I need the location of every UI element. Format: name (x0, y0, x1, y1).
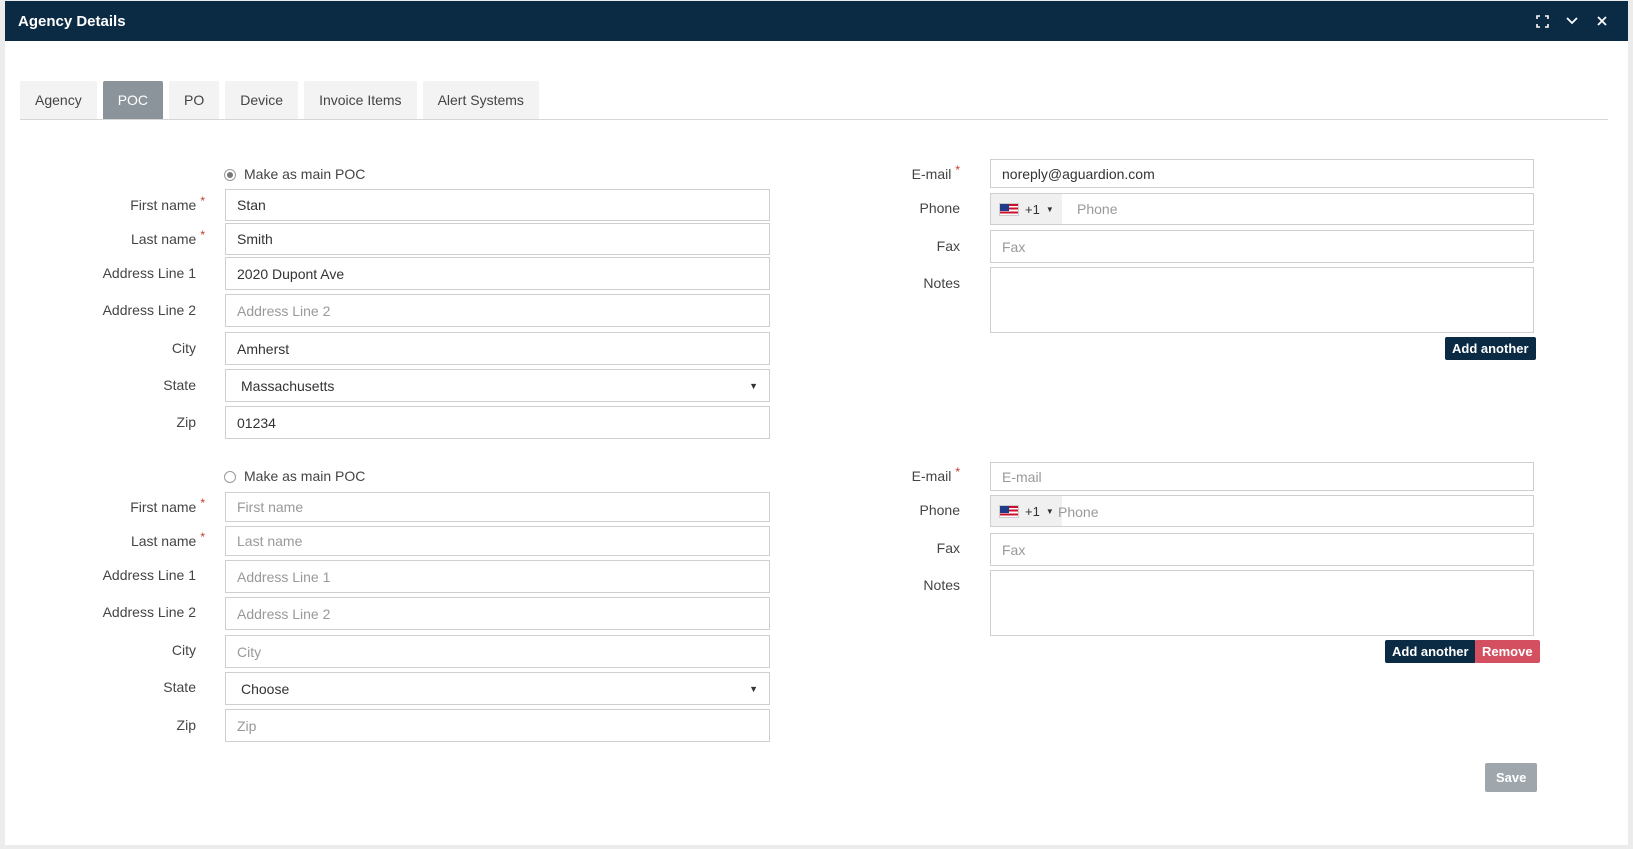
city-input-2[interactable]: City (225, 635, 770, 668)
fax-input-1[interactable]: Fax (990, 230, 1534, 263)
add-another-button-2[interactable]: Add another (1385, 640, 1476, 663)
phone-label-1: Phone (919, 200, 960, 216)
us-flag-icon (999, 202, 1019, 216)
tab-poc[interactable]: POC (102, 81, 164, 119)
last-name-input-1[interactable]: Smith (225, 223, 770, 255)
main-poc-radio-1[interactable] (224, 169, 236, 181)
main-poc-label-2: Make as main POC (244, 468, 366, 484)
save-button[interactable]: Save (1485, 763, 1538, 792)
tab-po[interactable]: PO (169, 81, 220, 119)
tab-invoice-items[interactable]: Invoice Items (304, 81, 417, 119)
state-select-1[interactable]: Massachusetts ▼ (225, 369, 770, 402)
caret-down-icon: ▼ (1045, 506, 1054, 516)
caret-down-icon: ▼ (749, 380, 758, 391)
country-code-dropdown-2[interactable]: +1 ▼ (991, 496, 1062, 526)
first-name-input-1[interactable]: Stan (225, 189, 770, 221)
city-input-1[interactable]: Amherst (225, 332, 770, 365)
address2-label-1: Address Line 2 (102, 302, 196, 318)
agency-details-window: Agency Details Agency POC PO Device Invo… (5, 1, 1628, 845)
address1-label-2: Address Line 1 (102, 567, 196, 583)
notes-textarea-2[interactable] (990, 570, 1534, 636)
tab-agency[interactable]: Agency (20, 81, 97, 119)
country-code-dropdown-1[interactable]: +1 ▼ (991, 194, 1062, 224)
address1-input-1[interactable]: 2020 Dupont Ave (225, 257, 770, 290)
fax-label-1: Fax (936, 238, 960, 254)
state-label-1: State (163, 377, 196, 393)
tab-alert-systems[interactable]: Alert Systems (422, 81, 539, 119)
us-flag-icon (999, 504, 1019, 518)
phone-label-2: Phone (919, 502, 960, 518)
main-poc-label-1: Make as main POC (244, 166, 366, 182)
address2-label-2: Address Line 2 (102, 604, 196, 620)
state-label-2: State (163, 679, 196, 695)
main-poc-radio-2[interactable] (224, 471, 236, 483)
caret-down-icon: ▼ (749, 683, 758, 694)
phone-input-1[interactable]: Phone (1077, 201, 1117, 217)
last-name-input-2[interactable]: Last name (225, 526, 770, 556)
state-select-value-2: Choose (241, 680, 290, 697)
phone-field-1 (990, 193, 1534, 225)
email-input-2[interactable]: E-mail (990, 462, 1534, 491)
notes-textarea-1[interactable] (990, 267, 1534, 333)
first-name-label-1: First name * (130, 194, 205, 213)
notes-label-2: Notes (923, 577, 960, 593)
country-code-value-1: +1 (1025, 201, 1040, 217)
city-label-1: City (171, 340, 196, 356)
tab-device[interactable]: Device (225, 81, 299, 119)
notes-label-1: Notes (923, 275, 960, 291)
window-titlebar: Agency Details (5, 1, 1628, 41)
add-another-button-1[interactable]: Add another (1445, 337, 1536, 360)
tab-bar: Agency POC PO Device Invoice Items Alert… (20, 81, 1608, 120)
address2-input-2[interactable]: Address Line 2 (225, 597, 770, 630)
fax-label-2: Fax (936, 540, 960, 556)
maximize-icon[interactable] (1535, 14, 1549, 28)
window-title: Agency Details (18, 12, 126, 30)
address1-label-1: Address Line 1 (102, 265, 196, 281)
email-label-2: E-mail * (911, 465, 960, 484)
email-input-1[interactable]: noreply@aguardion.com (990, 159, 1534, 188)
address1-input-2[interactable]: Address Line 1 (225, 560, 770, 593)
city-label-2: City (171, 642, 196, 658)
caret-down-icon: ▼ (1045, 204, 1054, 214)
fax-input-2[interactable]: Fax (990, 533, 1534, 566)
first-name-label-2: First name * (130, 496, 205, 515)
close-icon[interactable] (1595, 14, 1609, 28)
first-name-input-2[interactable]: First name (225, 492, 770, 522)
email-label-1: E-mail * (911, 163, 960, 182)
remove-button-2[interactable]: Remove (1475, 640, 1540, 663)
state-select-value-1: Massachusetts (241, 377, 335, 394)
chevron-down-icon[interactable] (1565, 14, 1579, 28)
phone-input-2[interactable]: Phone (1058, 504, 1098, 520)
last-name-label-1: Last name * (130, 228, 205, 247)
country-code-value-2: +1 (1025, 503, 1040, 519)
zip-input-1[interactable]: 01234 (225, 406, 770, 439)
zip-input-2[interactable]: Zip (225, 709, 770, 742)
zip-label-1: Zip (176, 414, 196, 430)
state-select-2[interactable]: Choose ▼ (225, 672, 770, 705)
last-name-label-2: Last name * (130, 530, 205, 549)
address2-input-1[interactable]: Address Line 2 (225, 294, 770, 327)
zip-label-2: Zip (176, 717, 196, 733)
